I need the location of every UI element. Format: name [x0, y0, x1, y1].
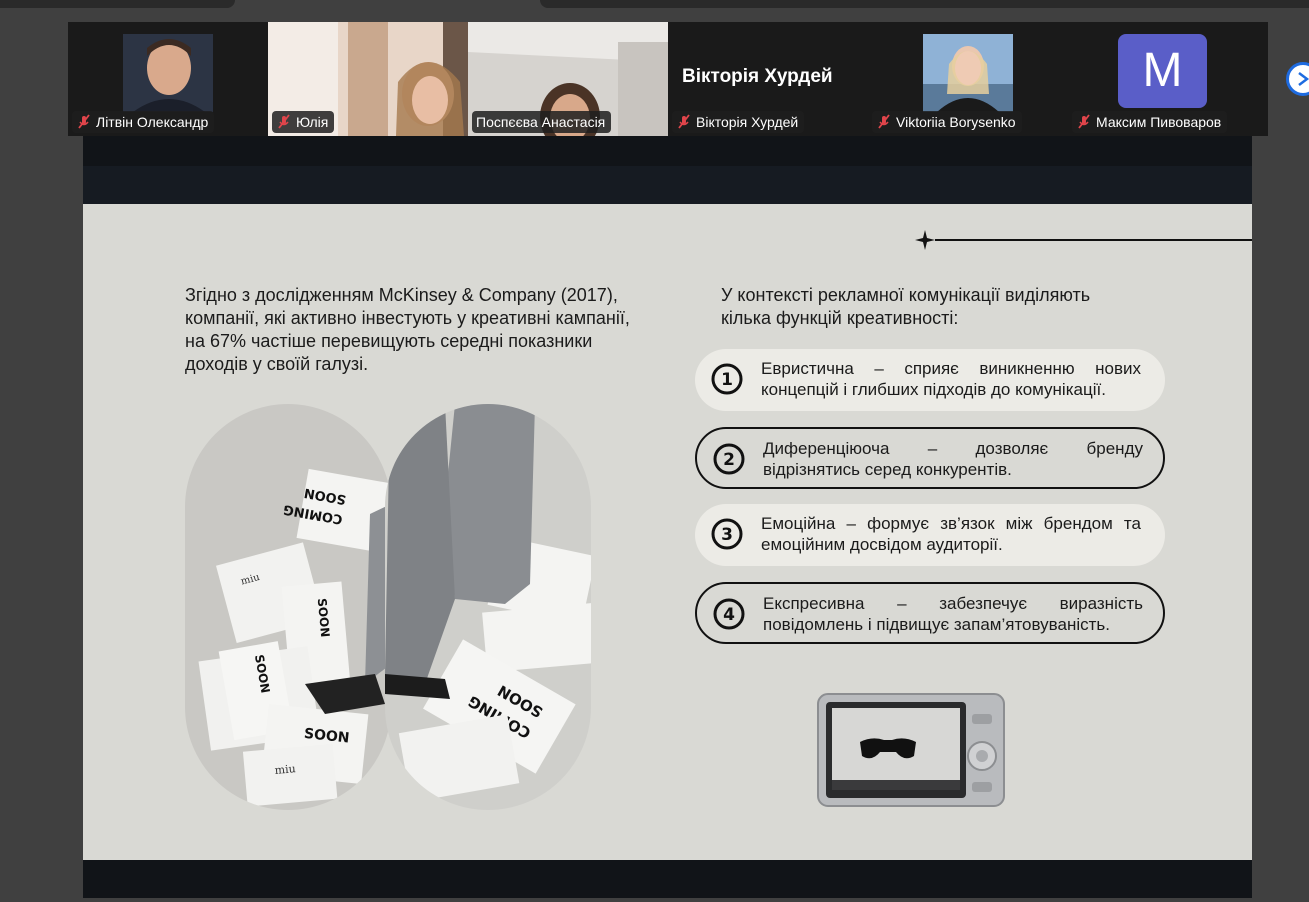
- function-text: Евристична – сприяє виникненню нових кон…: [761, 359, 1141, 399]
- photo-left: SOONCOMING miu SOON miu SOON SOON miu: [185, 404, 391, 810]
- function-text: Диференціюоча – дозволяє бренду відрізня…: [763, 439, 1143, 479]
- avatar: M: [1118, 34, 1207, 108]
- participant-name: Viktoriia Borysenko: [896, 114, 1016, 130]
- participant-name: Максим Пивоваров: [1096, 114, 1222, 130]
- mic-off-icon: [878, 114, 890, 129]
- function-item: 1 Евристична – сприяє виникненню нових к…: [695, 349, 1165, 411]
- participant-tile-active-speaker[interactable]: Поспєєва Анастасія: [468, 22, 668, 136]
- participant-name-label: Максим Пивоваров: [1072, 111, 1228, 133]
- function-item: 2 Диференціюоча – дозволяє бренду відріз…: [695, 427, 1165, 489]
- function-text: Емоційна – формує зв’язок між брендом та…: [761, 514, 1141, 554]
- slide-header-band: [83, 166, 1252, 204]
- mic-off-icon: [78, 114, 90, 129]
- mic-off-icon: [278, 114, 290, 129]
- participant-display-name: Вікторія Хурдей: [682, 66, 833, 87]
- number-circle-icon: 2: [713, 443, 745, 475]
- research-paragraph: Згідно з дослідженням McKinsey & Company…: [185, 285, 630, 374]
- paper-text: miu: [274, 762, 296, 777]
- participant-tile[interactable]: Вікторія Хурдей Вікторія Хурдей: [668, 22, 868, 136]
- number-circle-icon: 4: [713, 598, 745, 630]
- camera-image: [817, 693, 1005, 807]
- function-item: 3 Емоційна – формує зв’язок між брендом …: [695, 504, 1165, 566]
- participant-tile[interactable]: Юлія: [268, 22, 468, 136]
- presentation-slide: Згідно з дослідженням McKinsey & Company…: [83, 204, 1252, 860]
- mic-off-icon: [678, 114, 690, 129]
- participant-video: [123, 34, 213, 112]
- participant-name-label: Вікторія Хурдей: [672, 111, 805, 133]
- svg-text:4: 4: [723, 605, 735, 625]
- function-text: Експресивна – забезпечує виразність пові…: [763, 594, 1143, 634]
- chevron-right-icon: [1298, 72, 1309, 86]
- participant-name: Поспєєва Анастасія: [476, 114, 606, 130]
- participant-name-label: Літвін Олександр: [72, 111, 215, 133]
- participant-tile[interactable]: Viktoriia Borysenko: [868, 22, 1068, 136]
- participant-name-label: Юлія: [272, 111, 335, 133]
- svg-text:3: 3: [721, 525, 733, 545]
- participant-name: Юлія: [296, 114, 329, 130]
- participant-name: Літвін Олександр: [96, 114, 209, 130]
- svg-text:2: 2: [723, 450, 735, 470]
- number-circle-icon: 3: [711, 518, 743, 550]
- top-bar-left: [0, 0, 235, 8]
- participant-name: Вікторія Хурдей: [696, 114, 799, 130]
- function-item: 4 Експресивна – забезпечує виразність по…: [695, 582, 1165, 644]
- functions-intro: У контексті рекламної комунікації виділя…: [721, 285, 1091, 328]
- svg-text:1: 1: [721, 370, 733, 390]
- photo-right: SOONCOMING: [385, 404, 591, 810]
- top-bar-right: [540, 0, 1309, 8]
- sparkle-line-decoration: [915, 230, 1252, 250]
- participant-tile[interactable]: M Максим Пивоваров: [1068, 22, 1268, 136]
- participant-video: [923, 34, 1013, 112]
- participant-name-label: Поспєєва Анастасія: [472, 111, 612, 133]
- participant-tile[interactable]: Літвін Олександр: [68, 22, 268, 136]
- next-page-button[interactable]: [1286, 62, 1309, 96]
- mic-off-icon: [1078, 114, 1090, 129]
- number-circle-icon: 1: [711, 363, 743, 395]
- participant-name-label: Viktoriia Borysenko: [872, 111, 1022, 133]
